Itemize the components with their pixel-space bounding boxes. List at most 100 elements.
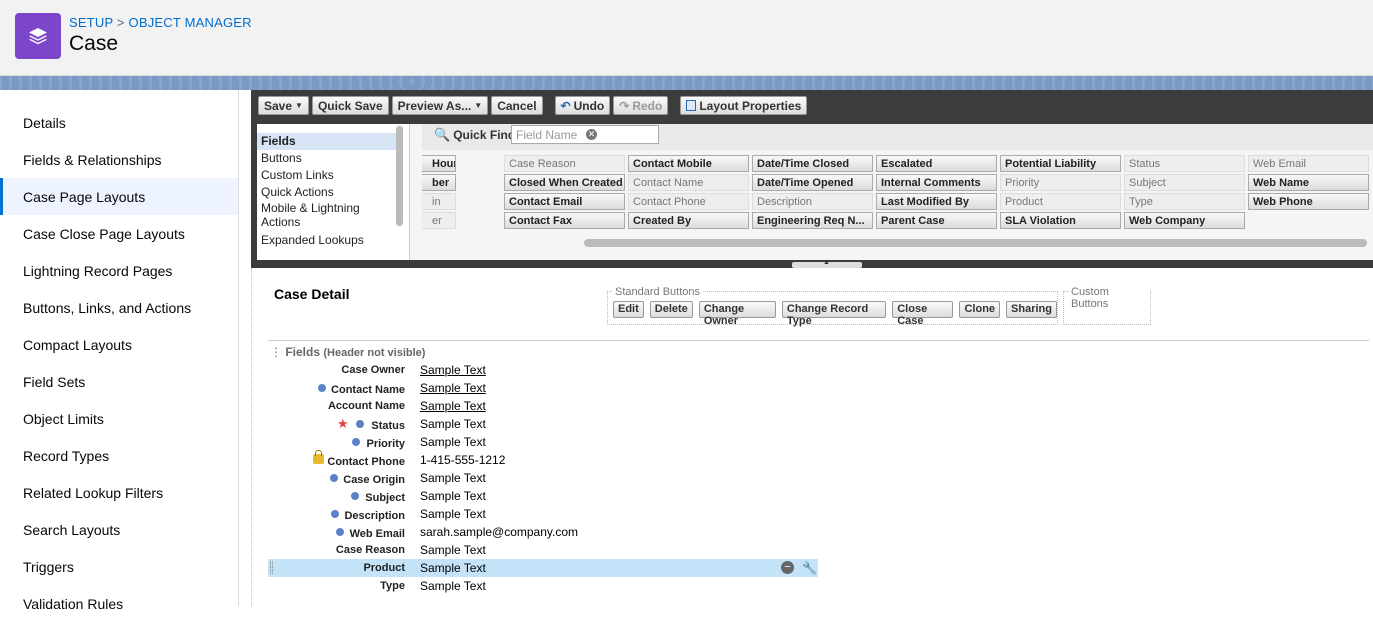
palette-field[interactable]: Contact Fax <box>504 212 625 229</box>
category-buttons[interactable]: Buttons <box>257 150 409 167</box>
palette-field[interactable]: Contact Phone <box>628 193 749 210</box>
palette-field[interactable]: SLA Violation <box>1000 212 1121 229</box>
sharing-button[interactable]: Sharing <box>1006 301 1057 318</box>
category-custom-links[interactable]: Custom Links <box>257 167 409 184</box>
palette-field[interactable]: er <box>422 212 456 229</box>
layout-field-row[interactable]: Contact Phone 1-415-555-1212 <box>268 450 818 469</box>
palette-field[interactable]: Subject <box>1124 174 1245 191</box>
layout-properties-button[interactable]: Layout Properties <box>680 96 808 115</box>
sidebar-item-fields-relationships[interactable]: Fields & Relationships <box>0 141 238 178</box>
layout-field-row[interactable]: Priority Sample Text <box>268 433 818 451</box>
category-mobile-lightning-actions[interactable]: Mobile & Lightning Actions <box>257 201 382 229</box>
palette-field[interactable]: Description <box>752 193 873 210</box>
sidebar-item-triggers[interactable]: Triggers <box>0 548 238 585</box>
layout-field-row[interactable]: Contact Name Sample Text <box>268 379 818 397</box>
palette-field[interactable]: Date/Time Closed <box>752 155 873 172</box>
edit-button[interactable]: Edit <box>613 301 644 318</box>
palette-field[interactable]: Parent Case <box>876 212 997 229</box>
caret-down-icon: ▼ <box>474 101 483 110</box>
header-band <box>0 76 1373 90</box>
palette-field[interactable]: Case Reason <box>504 155 625 172</box>
breadcrumb-object-manager[interactable]: OBJECT MANAGER <box>129 15 252 30</box>
clear-icon[interactable]: ✕ <box>586 129 597 140</box>
layout-field-row[interactable]: Type Sample Text <box>268 577 818 595</box>
clone-button[interactable]: Clone <box>959 301 1001 318</box>
sidebar-item-object-limits[interactable]: Object Limits <box>0 400 238 437</box>
field-label: Case Reason <box>335 544 405 556</box>
layout-field-row[interactable]: Case Owner Sample Text <box>268 361 818 379</box>
palette-field[interactable]: Product <box>1000 193 1121 210</box>
palette-field[interactable]: Web Email <box>1248 155 1369 172</box>
category-fields[interactable]: Fields <box>257 133 397 150</box>
layout-field-row[interactable]: Description Sample Text <box>268 505 818 523</box>
palette-field[interactable]: Escalated <box>876 155 997 172</box>
breadcrumb-setup[interactable]: SETUP <box>69 15 113 30</box>
palette-field[interactable]: Last Modified By <box>876 193 997 210</box>
close-case-button[interactable]: Close Case <box>892 301 954 327</box>
palette-horizontal-scrollbar[interactable] <box>584 239 1367 247</box>
remove-icon[interactable]: − <box>781 561 794 574</box>
palette-field[interactable]: ber <box>422 174 456 191</box>
preview-as-button[interactable]: Preview As... ▼ <box>391 96 489 115</box>
sidebar-item-search-layouts[interactable]: Search Layouts <box>0 511 238 548</box>
change-owner-button[interactable]: Change Owner <box>698 301 776 327</box>
palette-field[interactable]: Contact Name <box>628 174 749 191</box>
magnifier-icon: 🔍 <box>434 127 451 142</box>
sidebar-item-compact-layouts[interactable]: Compact Layouts <box>0 326 238 363</box>
cancel-button[interactable]: Cancel <box>491 96 543 115</box>
palette-field[interactable]: Contact Email <box>504 193 625 210</box>
sidebar-item-record-types[interactable]: Record Types <box>0 437 238 474</box>
palette-field[interactable]: Engineering Req N... <box>752 212 873 229</box>
palette-field[interactable]: Created By <box>628 212 749 229</box>
sidebar-item-details[interactable]: Details <box>0 104 238 141</box>
required-dot-icon <box>331 510 339 518</box>
object-logo <box>15 13 61 59</box>
undo-button[interactable]: ↶ Undo <box>554 96 611 115</box>
redo-label: Redo <box>632 98 663 113</box>
palette-field[interactable]: in <box>422 193 456 210</box>
field-value: Sample Text <box>420 543 486 557</box>
palette-field[interactable]: Hours <box>422 155 456 172</box>
sidebar-item-validation-rules[interactable]: Validation Rules <box>0 585 238 622</box>
layout-editor-panel: Save ▼ Quick Save Preview As... ▼ Cancel ↶… <box>251 90 1373 268</box>
save-button[interactable]: Save ▼ <box>258 96 309 115</box>
layout-field-row[interactable]: Account Name Sample Text <box>268 397 818 415</box>
sidebar-item-case-close-page-layouts[interactable]: Case Close Page Layouts <box>0 215 238 252</box>
palette-field[interactable]: Web Name <box>1248 174 1369 191</box>
sidebar-item-field-sets[interactable]: Field Sets <box>0 363 238 400</box>
palette-field[interactable]: Web Phone <box>1248 193 1369 210</box>
layout-field-row[interactable]: Web Email sarah.sample@company.com <box>268 523 818 541</box>
category-scrollbar[interactable] <box>396 126 403 226</box>
layout-field-row-selected[interactable]: Product Sample Text − 🔧 <box>268 559 818 577</box>
quick-save-button[interactable]: Quick Save <box>311 96 389 115</box>
palette-field[interactable]: Priority <box>1000 174 1121 191</box>
sidebar-item-case-page-layouts[interactable]: Case Page Layouts <box>0 178 238 215</box>
sidebar-item-related-lookup-filters[interactable]: Related Lookup Filters <box>0 474 238 511</box>
field-label: Subject <box>365 492 405 504</box>
change-record-type-button[interactable]: Change Record Type <box>781 301 887 327</box>
palette-field[interactable]: Status <box>1124 155 1245 172</box>
palette-field[interactable]: Contact Mobile <box>628 155 749 172</box>
palette-field[interactable]: Type <box>1124 193 1245 210</box>
layout-field-row[interactable]: Case Origin Sample Text <box>268 469 818 487</box>
wrench-icon[interactable]: 🔧 <box>802 561 817 575</box>
category-expanded-lookups[interactable]: Expanded Lookups <box>257 232 409 249</box>
delete-button[interactable]: Delete <box>649 301 693 318</box>
layout-field-row[interactable]: Subject Sample Text <box>268 487 818 505</box>
required-dot-icon <box>352 438 360 446</box>
palette-field[interactable]: Web Company <box>1124 212 1245 229</box>
layout-field-row[interactable]: ★ Status Sample Text <box>268 415 818 433</box>
field-label: Priority <box>366 438 405 450</box>
palette-field[interactable]: Internal Comments <box>876 174 997 191</box>
sidebar-item-lightning-record-pages[interactable]: Lightning Record Pages <box>0 252 238 289</box>
sidebar-item-buttons-links-actions[interactable]: Buttons, Links, and Actions <box>0 289 238 326</box>
quick-find-input[interactable]: Field Name ✕ <box>511 125 659 144</box>
palette-resize-handle[interactable]: ▲ <box>792 259 862 268</box>
drag-handle-icon[interactable] <box>270 561 273 574</box>
category-quick-actions[interactable]: Quick Actions <box>257 184 409 201</box>
palette-field[interactable]: Closed When Created <box>504 174 625 191</box>
layout-field-row[interactable]: Case Reason Sample Text <box>268 541 818 559</box>
palette-field[interactable]: Date/Time Opened <box>752 174 873 191</box>
palette-field[interactable]: Potential Liability <box>1000 155 1121 172</box>
redo-button[interactable]: ↷ Redo <box>613 96 669 115</box>
